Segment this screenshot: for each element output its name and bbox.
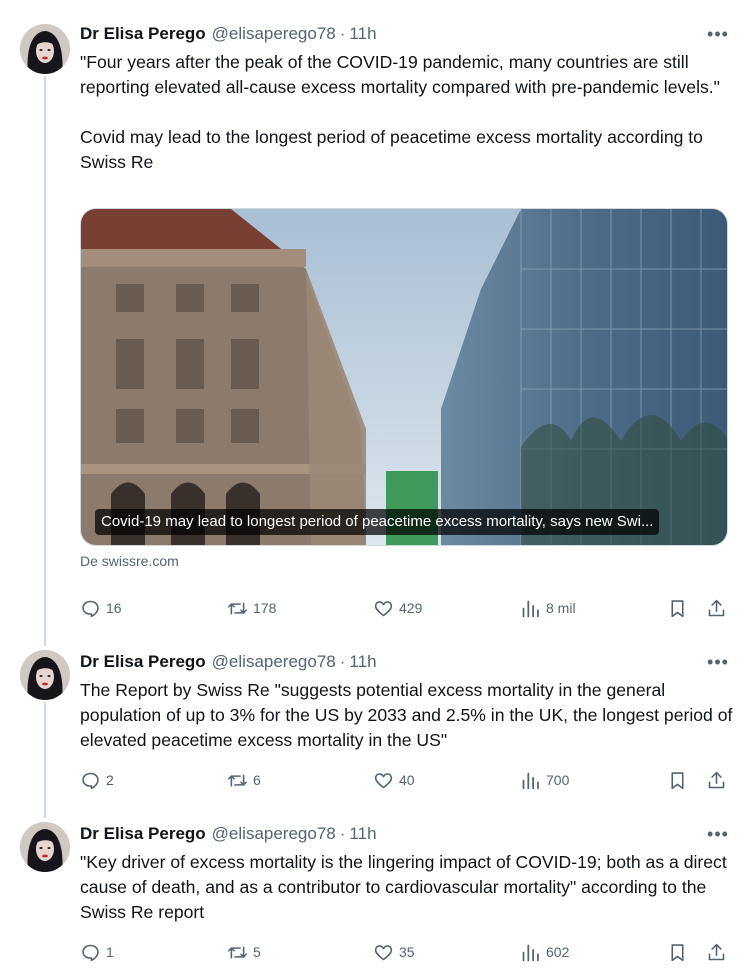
repost-icon — [227, 945, 248, 959]
views-count: 602 — [546, 944, 570, 960]
author-name[interactable]: Dr Elisa Perego — [80, 24, 206, 44]
like-button[interactable]: 40 — [373, 768, 415, 792]
reply-count: 2 — [106, 772, 114, 788]
tweet[interactable]: Dr Elisa Perego @elisaperego78 · 11h •••… — [0, 22, 754, 622]
like-count: 429 — [399, 600, 423, 616]
repost-icon — [227, 601, 248, 615]
views-icon — [522, 944, 539, 961]
card-image — [81, 209, 727, 545]
views-button[interactable]: 700 — [520, 768, 569, 792]
like-count: 40 — [399, 772, 415, 788]
separator: · — [339, 24, 346, 43]
bookmark-icon — [671, 771, 684, 789]
like-count: 35 — [399, 944, 415, 960]
author-handle[interactable]: @elisaperego78 — [212, 824, 336, 844]
share-icon — [708, 943, 725, 960]
share-icon — [708, 771, 725, 788]
share-button[interactable] — [706, 940, 727, 964]
separator: · — [339, 652, 346, 671]
timestamp[interactable]: 11h — [349, 652, 376, 672]
views-icon — [522, 772, 539, 789]
action-bar: 2 6 40 700 — [0, 768, 754, 792]
views-icon — [522, 600, 539, 617]
reply-button[interactable]: 1 — [80, 940, 114, 964]
repost-count: 178 — [253, 600, 277, 616]
reply-icon — [82, 772, 99, 789]
card-source[interactable]: De swissre.com — [80, 553, 179, 569]
avatar[interactable] — [20, 822, 70, 872]
bookmark-icon — [671, 943, 684, 961]
author-name[interactable]: Dr Elisa Perego — [80, 652, 206, 672]
like-button[interactable]: 429 — [373, 596, 422, 620]
link-card[interactable]: Covid-19 may lead to longest period of p… — [80, 208, 728, 546]
tweet-text: "Key driver of excess mortality is the l… — [80, 852, 732, 922]
repost-icon — [227, 773, 248, 787]
reply-button[interactable]: 16 — [80, 596, 122, 620]
repost-count: 6 — [253, 772, 261, 788]
more-icon[interactable]: ••• — [706, 822, 730, 846]
author-name[interactable]: Dr Elisa Perego — [80, 824, 206, 844]
reply-count: 1 — [106, 944, 114, 960]
views-count: 8 mil — [546, 600, 576, 616]
timestamp[interactable]: 11h — [349, 824, 376, 844]
tweet-text: The Report by Swiss Re "suggests potenti… — [80, 680, 738, 750]
share-button[interactable] — [706, 596, 727, 620]
bookmark-button[interactable] — [667, 940, 688, 964]
views-button[interactable]: 602 — [520, 940, 569, 964]
like-icon — [374, 772, 393, 788]
tweet[interactable]: Dr Elisa Perego @elisaperego78 · 11h •••… — [0, 650, 754, 800]
tweet[interactable]: Dr Elisa Perego @elisaperego78 · 11h •••… — [0, 822, 754, 972]
action-bar: 1 5 35 602 — [0, 940, 754, 964]
bookmark-button[interactable] — [667, 768, 688, 792]
repost-count: 5 — [253, 944, 261, 960]
repost-button[interactable]: 178 — [227, 596, 276, 620]
separator: · — [339, 824, 346, 843]
more-icon[interactable]: ••• — [706, 22, 730, 46]
reply-icon — [82, 600, 99, 617]
avatar[interactable] — [20, 650, 70, 700]
repost-button[interactable]: 6 — [227, 768, 261, 792]
avatar[interactable] — [20, 24, 70, 74]
share-icon — [708, 599, 725, 616]
bookmark-icon — [671, 599, 684, 617]
views-button[interactable]: 8 mil — [520, 596, 576, 620]
reply-button[interactable]: 2 — [80, 768, 114, 792]
action-bar: 16 178 429 8 mil — [0, 596, 754, 620]
share-button[interactable] — [706, 768, 727, 792]
more-icon[interactable]: ••• — [706, 650, 730, 674]
tweet-text: "Four years after the peak of the COVID-… — [80, 52, 720, 172]
bookmark-button[interactable] — [667, 596, 688, 620]
reply-icon — [82, 944, 99, 961]
timestamp[interactable]: 11h — [349, 24, 376, 44]
card-caption[interactable]: Covid-19 may lead to longest period of p… — [95, 509, 660, 535]
author-handle[interactable]: @elisaperego78 — [212, 24, 336, 44]
reply-count: 16 — [106, 600, 122, 616]
repost-button[interactable]: 5 — [227, 940, 261, 964]
like-button[interactable]: 35 — [373, 940, 415, 964]
views-count: 700 — [546, 772, 570, 788]
like-icon — [374, 600, 393, 616]
author-handle[interactable]: @elisaperego78 — [212, 652, 336, 672]
like-icon — [374, 944, 393, 960]
